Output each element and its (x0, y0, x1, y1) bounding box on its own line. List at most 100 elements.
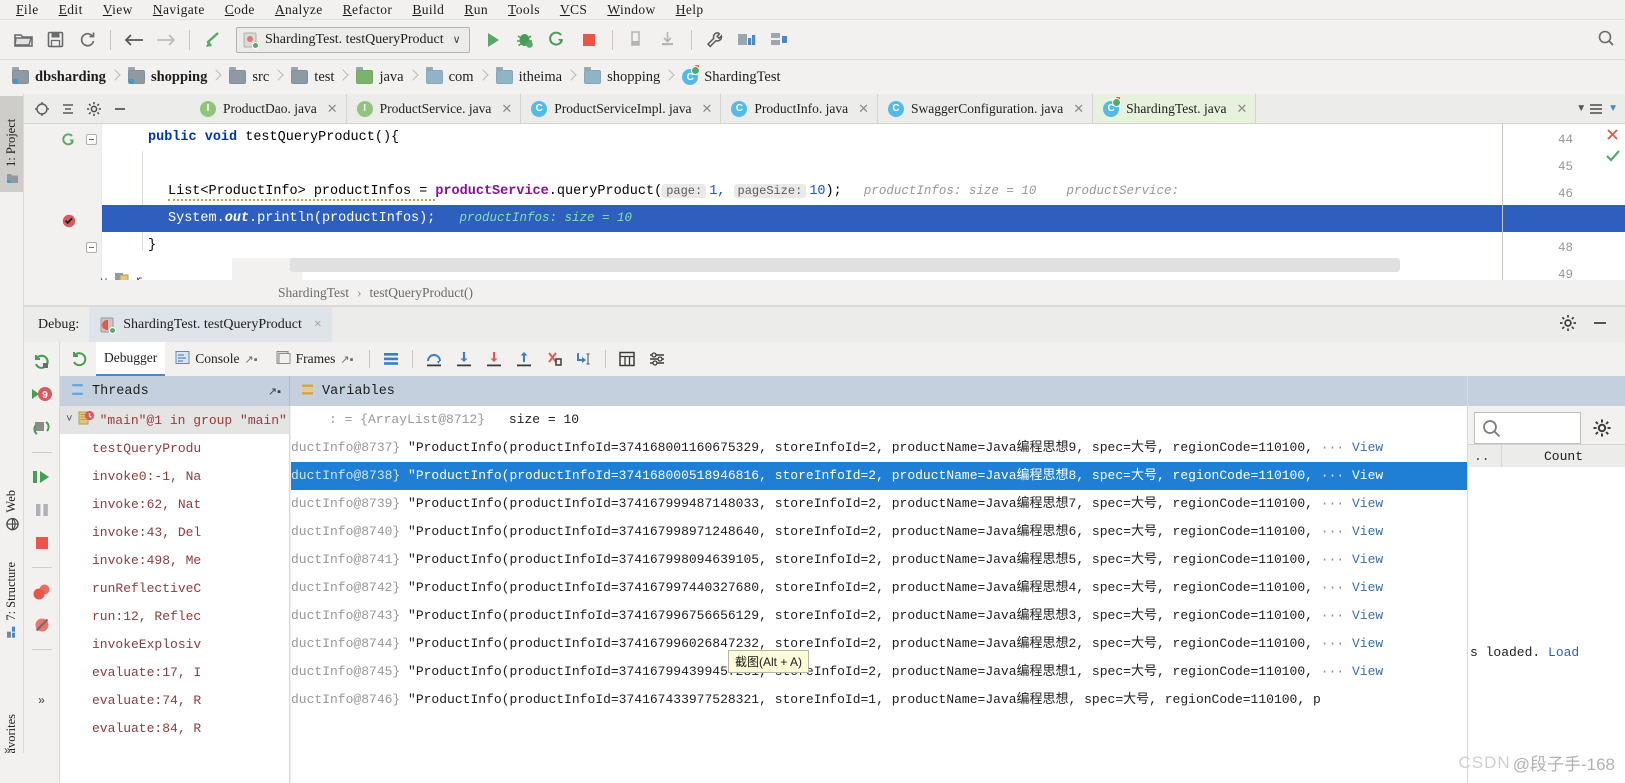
breadcrumb-item-shardingtest[interactable]: C ShardingTest (676, 60, 784, 94)
pin-icon-2[interactable]: ↗▪ (340, 353, 353, 366)
code-fold-icon-44[interactable] (86, 134, 97, 145)
pause-icon[interactable] (29, 498, 55, 522)
sdk-icon[interactable] (764, 25, 794, 55)
code-fold-icon-48[interactable] (86, 242, 97, 253)
menu-item-help[interactable]: Help (666, 2, 714, 18)
thread-root-row[interactable]: ˅ "main"@1 in group "main": RUNNING (60, 406, 289, 434)
collapse-all-icon[interactable] (56, 97, 80, 121)
debug-session-tab[interactable]: ShardingTest. testQueryProduct × (89, 306, 332, 343)
restore-layout-icon[interactable] (66, 345, 94, 373)
editor-tab-productserviceimpljava[interactable]: C ProductServiceImpl. java ✕ (521, 94, 722, 123)
view-link[interactable]: View (1352, 524, 1383, 539)
more-tools-icon[interactable]: » (4, 743, 11, 757)
close-icon[interactable]: × (314, 317, 322, 333)
editor-horizontal-scrollbar[interactable] (290, 258, 1400, 272)
run-test-gutter-icon[interactable] (60, 132, 77, 154)
mute-breakpoints-slash-icon[interactable] (29, 613, 55, 637)
debug-icon[interactable] (510, 25, 540, 55)
forward-arrow-icon[interactable] (151, 25, 181, 55)
stack-frame-row[interactable]: invoke:62, Nat (60, 490, 289, 518)
ellipsis-icon[interactable]: ··· (1321, 468, 1344, 483)
step-out-icon[interactable] (510, 345, 538, 373)
variables-rows[interactable]: ductInfo@8737} "ProductInfo(productInfoI… (291, 434, 1467, 714)
menu-item-run[interactable]: Run (454, 2, 498, 18)
breadcrumb-item-src[interactable]: src (223, 60, 273, 94)
layout-settings-icon[interactable] (643, 345, 671, 373)
stack-frame-row[interactable]: invokeExplosiv (60, 630, 289, 658)
coverage-icon[interactable] (621, 25, 651, 55)
breadcrumb-item-itheima[interactable]: itheima (490, 60, 567, 94)
menu-item-refactor[interactable]: Refactor (333, 2, 403, 18)
run-icon[interactable] (478, 25, 508, 55)
menu-item-navigate[interactable]: Navigate (143, 2, 215, 18)
view-link[interactable]: View (1352, 440, 1383, 455)
editor-code-area[interactable]: public void testQueryProduct(){ List<Pro… (102, 124, 1625, 304)
variable-row[interactable]: ductInfo@8742} "ProductInfo(productInfoI… (291, 574, 1467, 602)
stack-frame-row[interactable]: evaluate:17, I (60, 658, 289, 686)
variable-row[interactable]: ductInfo@8739} "ProductInfo(productInfoI… (291, 490, 1467, 518)
ellipsis-icon[interactable]: ··· (1321, 496, 1344, 511)
tab-console[interactable]: Console ↗▪ (167, 342, 265, 376)
mute-breakpoints-icon[interactable] (29, 416, 55, 440)
chevron-down-icon[interactable]: ˅ (66, 414, 73, 426)
threads-panel[interactable]: ˅ "main"@1 in group "main": RUNNING test… (60, 406, 290, 783)
sidebar-item-structure[interactable]: 7: Structure (0, 554, 23, 647)
variable-row[interactable]: ductInfo@8740} "ProductInfo(productInfoI… (291, 518, 1467, 546)
force-step-into-icon[interactable] (480, 345, 508, 373)
search-everywhere-icon[interactable] (1597, 29, 1625, 50)
results-body[interactable]: s loaded. Load (1468, 467, 1625, 783)
variable-row[interactable]: ductInfo@8744} "ProductInfo(productInfoI… (291, 630, 1467, 658)
ellipsis-icon[interactable]: ··· (1321, 440, 1344, 455)
breadcrumb-method[interactable]: testQueryProduct() (370, 285, 473, 301)
variable-row[interactable]: ductInfo@8743} "ProductInfo(productInfoI… (291, 602, 1467, 630)
ellipsis-icon[interactable]: ··· (1321, 664, 1344, 679)
menu-item-file[interactable]: File (6, 2, 49, 18)
gear-icon[interactable] (1559, 314, 1577, 335)
ellipsis-icon[interactable]: ··· (1321, 524, 1344, 539)
close-icon[interactable]: ✕ (327, 101, 338, 117)
close-icon[interactable]: ✕ (858, 101, 869, 117)
rerun-icon[interactable] (29, 350, 55, 374)
breadcrumb-item-shopping[interactable]: shopping (122, 60, 211, 94)
variable-row[interactable]: ductInfo@8745} "ProductInfo(productInfoI… (291, 658, 1467, 686)
stack-frame-row[interactable]: invoke0:-1, Na (60, 462, 289, 490)
variable-row[interactable]: ductInfo@8746} "ProductInfo(productInfoI… (291, 686, 1467, 714)
menu-item-window[interactable]: Window (597, 2, 665, 18)
hide-icon[interactable] (108, 97, 132, 121)
drop-frame-icon[interactable] (540, 345, 568, 373)
menu-item-tools[interactable]: Tools (498, 2, 550, 18)
settings-wrench-icon[interactable] (700, 25, 730, 55)
close-icon[interactable]: ✕ (1073, 101, 1084, 117)
gear-icon[interactable] (1585, 418, 1619, 438)
view-breakpoints-icon[interactable] (29, 580, 55, 604)
close-icon[interactable]: ✕ (701, 101, 712, 117)
variables-root-row[interactable]: : = {ArrayList@8712} size = 10 (291, 406, 1467, 434)
build-icon[interactable] (198, 25, 228, 55)
breakpoint-verified-icon[interactable] (61, 212, 77, 233)
editor-tab-productinfojava[interactable]: C ProductInfo. java ✕ (721, 94, 879, 123)
inspection-ok-icon[interactable] (1605, 148, 1621, 169)
gear-icon[interactable] (82, 97, 106, 121)
editor-tab-productservicejava[interactable]: I ProductService. java ✕ (346, 94, 522, 123)
locate-icon[interactable] (30, 97, 54, 121)
project-structure-icon[interactable] (732, 25, 762, 55)
editor-tab-shardingtestjava[interactable]: C ShardingTest. java ✕ (1093, 94, 1257, 123)
menu-item-analyze[interactable]: Analyze (265, 2, 333, 18)
menu-item-vcs[interactable]: VCS (550, 2, 597, 18)
open-folder-icon[interactable] (8, 25, 38, 55)
minimize-icon[interactable] (1591, 314, 1609, 335)
search-input[interactable] (1474, 412, 1581, 444)
close-icon[interactable]: ✕ (1236, 101, 1247, 117)
back-arrow-icon[interactable] (119, 25, 149, 55)
close-icon[interactable]: ✕ (501, 101, 512, 117)
ellipsis-icon[interactable]: ··· (1321, 608, 1344, 623)
ellipsis-icon[interactable]: ··· (1321, 636, 1344, 651)
breadcrumb-class[interactable]: ShardingTest (278, 285, 349, 301)
stack-frame-row[interactable]: evaluate:74, R (60, 686, 289, 714)
view-link[interactable]: View (1352, 468, 1383, 483)
breadcrumb-item-com[interactable]: com (420, 60, 478, 94)
editor-tab-productdaojava[interactable]: I ProductDao. java ✕ (190, 94, 347, 123)
stop-icon[interactable] (29, 531, 55, 555)
variables-pane-header[interactable]: Variables ↗▪ (290, 376, 1625, 406)
tab-debugger[interactable]: Debugger (96, 342, 166, 376)
